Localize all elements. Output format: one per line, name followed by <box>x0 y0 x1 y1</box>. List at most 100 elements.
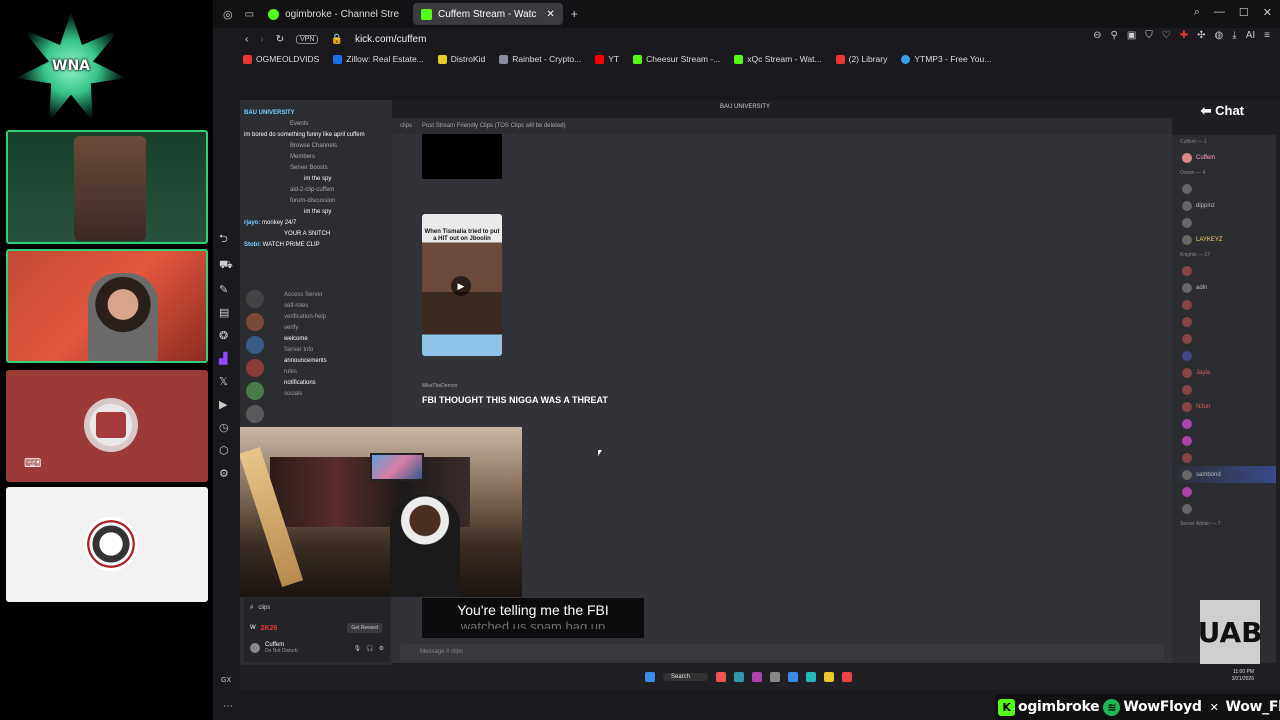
zoom-icon[interactable]: ⊖ <box>1093 30 1101 41</box>
snapshot-icon[interactable]: ▣ <box>1127 30 1136 41</box>
file-explorer-icon[interactable] <box>824 672 835 682</box>
settings-icon[interactable]: ⚙ <box>219 467 233 480</box>
vpn-badge[interactable]: VPN <box>296 34 319 44</box>
search-tabs-icon[interactable]: ⌕ <box>1194 6 1200 19</box>
close-tab-icon[interactable]: ✕ <box>546 9 554 20</box>
user-settings-icon[interactable]: ⚙ <box>379 645 384 652</box>
server-icon[interactable] <box>246 290 264 308</box>
get-reward-button[interactable]: Get Reward <box>347 623 382 633</box>
bookmark-item[interactable]: (2) Library <box>835 54 887 64</box>
sidebar-edit-icon[interactable]: ✎ <box>219 283 233 296</box>
minimize-button[interactable]: — <box>1214 6 1225 19</box>
extension-red-icon[interactable]: ✚ <box>1180 30 1188 41</box>
gx-label[interactable]: GX <box>221 677 231 684</box>
twitch-icon[interactable]: ▟ <box>219 352 233 365</box>
channel-item[interactable]: verification-help <box>244 312 390 323</box>
sidebar-image-icon[interactable]: ▤ <box>219 306 233 319</box>
member-item[interactable]: Cuffem <box>1172 149 1276 166</box>
download-icon[interactable]: ⤓ <box>1232 30 1236 41</box>
channel-item[interactable]: self-roles <box>244 301 390 312</box>
close-window-button[interactable]: ✕ <box>1263 6 1272 19</box>
windows-start-icon[interactable] <box>645 672 655 682</box>
server-icon[interactable] <box>246 405 264 423</box>
member-item[interactable] <box>1172 500 1276 517</box>
extensions-icon[interactable]: ⬡ <box>219 444 233 457</box>
message-composer[interactable]: Message # clips <box>400 644 1164 660</box>
channel-item[interactable]: verify <box>244 323 390 334</box>
puzzle-icon[interactable]: ✣ <box>1197 30 1205 41</box>
server-icon[interactable] <box>246 313 264 331</box>
menu-icon[interactable]: ≡ <box>1264 30 1270 41</box>
member-item[interactable]: LAYKEYZ <box>1172 231 1276 248</box>
taskbar-app-icon[interactable] <box>716 672 727 682</box>
post-author[interactable]: MikeTheDemon <box>422 383 457 389</box>
member-item[interactable]: sambond <box>1172 466 1276 483</box>
bookmark-item[interactable]: YT <box>595 54 619 64</box>
member-item[interactable] <box>1172 381 1276 398</box>
member-item[interactable] <box>1172 180 1276 197</box>
server-icon[interactable] <box>246 359 264 377</box>
system-clock[interactable]: 11:00 PM 3/21/2026 <box>1232 669 1254 683</box>
bookmark-item[interactable]: Rainbet - Crypto... <box>499 54 581 64</box>
bookmark-item[interactable]: YTMP3 - Free You... <box>901 54 991 64</box>
member-item[interactable]: Jayla <box>1172 364 1276 381</box>
x-icon[interactable]: 𝕏 <box>219 375 233 388</box>
maximize-button[interactable]: ☐ <box>1239 6 1249 19</box>
voice-channel-row[interactable]: # clips <box>244 598 390 618</box>
member-item[interactable] <box>1172 449 1276 466</box>
heart-icon[interactable]: ♡ <box>1162 30 1171 41</box>
ai-button[interactable]: AI <box>1246 30 1255 41</box>
member-item[interactable] <box>1172 214 1276 231</box>
bookmark-item[interactable]: OGMEOLDVIDS <box>243 54 319 64</box>
member-item[interactable] <box>1172 330 1276 347</box>
member-item[interactable] <box>1172 415 1276 432</box>
server-icon[interactable] <box>246 382 264 400</box>
member-item[interactable]: dippinz <box>1172 197 1276 214</box>
reload-icon[interactable]: ↻ <box>276 34 284 45</box>
member-item[interactable]: N3un <box>1172 398 1276 415</box>
taskbar-app-icon[interactable] <box>752 672 763 682</box>
sidebar-bag-icon[interactable]: ⛟ <box>219 259 233 273</box>
play-icon[interactable]: ▶ <box>451 276 471 296</box>
taskbar-app-icon[interactable] <box>734 672 745 682</box>
new-tab-button[interactable]: + <box>571 7 578 21</box>
mic-icon[interactable]: 🎙 <box>354 645 362 652</box>
chat-toggle-button[interactable]: ⬅ Chat <box>1201 103 1244 119</box>
headphones-icon[interactable]: 🎧 <box>366 645 373 652</box>
channel-item[interactable]: Server Info <box>244 345 390 356</box>
member-item[interactable] <box>1172 432 1276 449</box>
back-icon[interactable]: ‹ <box>245 34 248 45</box>
tab-ogimbroke[interactable]: ogimbroke - Channel Stre <box>260 3 407 25</box>
history-icon[interactable]: ◷ <box>219 421 233 434</box>
avatar-icon[interactable]: ◍ <box>1215 30 1224 41</box>
sidebar-arrow-icon[interactable]: ⮌ <box>219 230 233 249</box>
forward-icon[interactable]: › <box>260 34 263 45</box>
taskbar-app-icon[interactable] <box>770 672 781 682</box>
server-icon[interactable] <box>246 336 264 354</box>
pin-icon[interactable]: ⚲ <box>1111 30 1118 41</box>
member-item[interactable] <box>1172 483 1276 500</box>
channel-item[interactable]: socials <box>244 389 390 400</box>
member-item[interactable] <box>1172 296 1276 313</box>
taskbar-search[interactable]: Search <box>663 673 709 681</box>
shield-icon[interactable]: ⛉ <box>1145 30 1153 41</box>
user-row[interactable]: Cuffem Do Not Disturb 🎙 🎧 ⚙ <box>244 638 390 658</box>
sidebar-chatgpt-icon[interactable]: ❂ <box>219 329 233 342</box>
channel-item[interactable]: rules <box>244 367 390 378</box>
url-field[interactable]: kick.com/cuffem <box>355 34 427 45</box>
member-item[interactable] <box>1172 313 1276 330</box>
taskbar-app-icon[interactable] <box>842 672 853 682</box>
sidebar-play-icon[interactable]: ▶ <box>219 398 233 411</box>
tab-overview-icon[interactable]: ▭ <box>245 9 254 20</box>
bookmark-item[interactable]: xQc Stream - Wat... <box>734 54 822 64</box>
member-item[interactable]: adin <box>1172 279 1276 296</box>
taskbar-app-icon[interactable] <box>806 672 817 682</box>
channel-item[interactable]: notifications <box>244 378 390 389</box>
member-item[interactable] <box>1172 347 1276 364</box>
member-item[interactable] <box>1172 262 1276 279</box>
taskbar-app-icon[interactable] <box>788 672 799 682</box>
more-icon[interactable]: ⋯ <box>223 701 233 712</box>
bookmark-item[interactable]: Cheesur Stream -... <box>633 54 720 64</box>
channel-item[interactable]: announcements <box>244 356 390 367</box>
tab-cuffem[interactable]: Cuffem Stream - Watc ✕ <box>413 3 563 25</box>
